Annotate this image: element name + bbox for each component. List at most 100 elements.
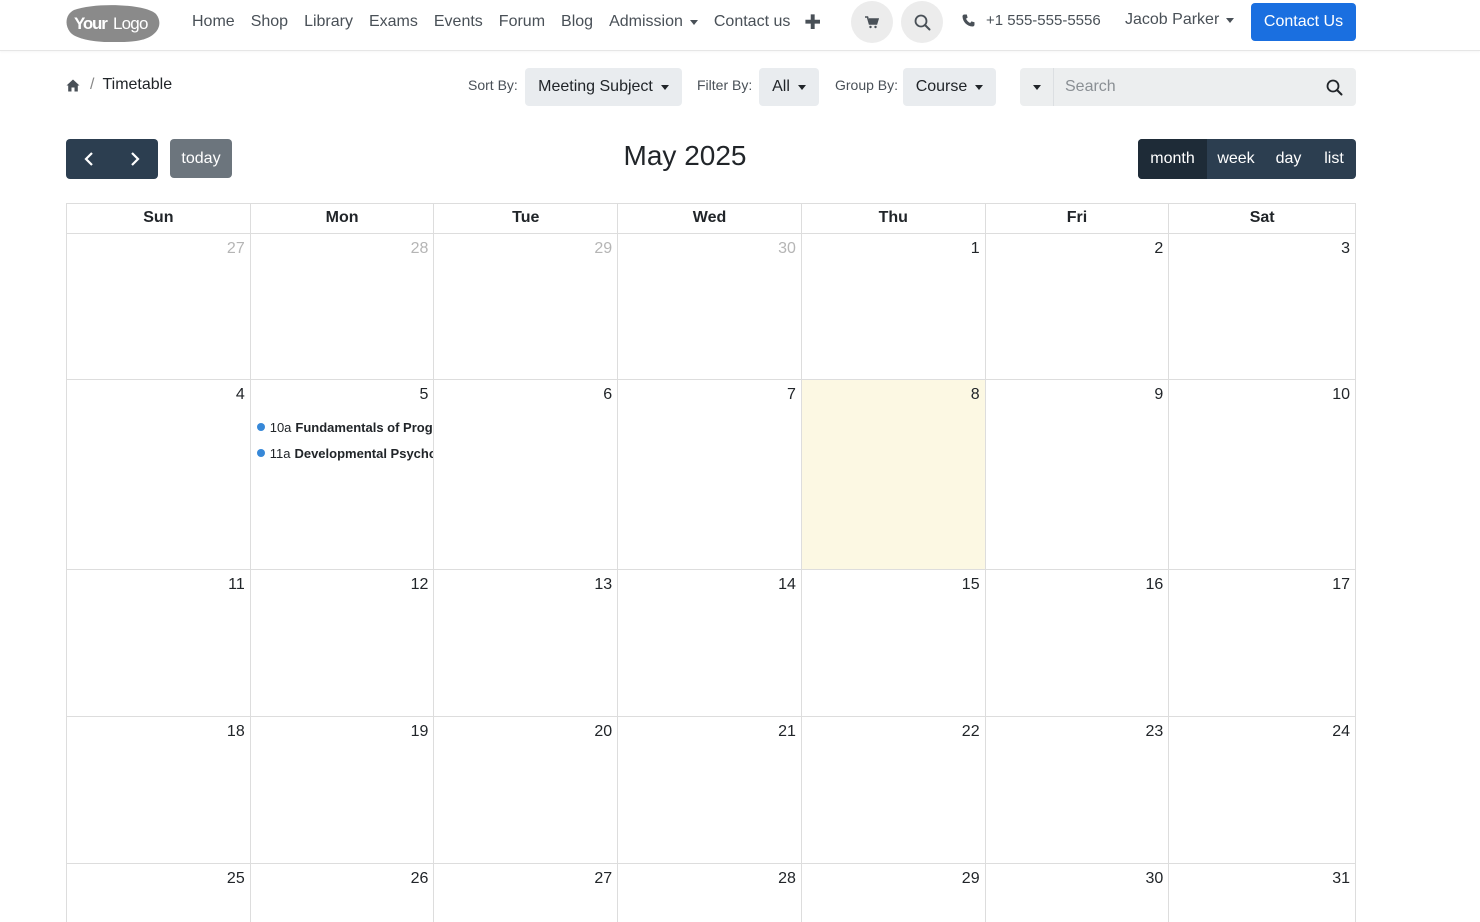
nav-blog[interactable]: Blog — [561, 13, 593, 31]
day-number[interactable]: 29 — [962, 870, 980, 888]
day-number[interactable]: 10 — [1332, 386, 1350, 404]
day-cell[interactable]: 11 — [67, 570, 251, 716]
day-cell[interactable]: 23 — [986, 717, 1170, 863]
day-cell[interactable]: 27 — [434, 864, 619, 922]
day-number[interactable]: 12 — [411, 576, 429, 594]
day-number[interactable]: 26 — [411, 870, 429, 888]
day-number[interactable]: 3 — [1341, 240, 1350, 258]
nav-library[interactable]: Library — [304, 13, 353, 31]
day-cell[interactable]: 4 — [67, 380, 251, 569]
view-list-button[interactable]: list — [1312, 139, 1356, 179]
day-number[interactable]: 27 — [227, 240, 245, 258]
day-cell[interactable]: 2 — [986, 234, 1170, 379]
view-week-button[interactable]: week — [1207, 139, 1265, 179]
day-cell[interactable]: 30 — [986, 864, 1170, 922]
day-cell[interactable]: 27 — [67, 234, 251, 379]
day-cell[interactable]: 10 — [1169, 380, 1355, 569]
day-number[interactable]: 23 — [1146, 723, 1164, 741]
day-number[interactable]: 13 — [594, 576, 612, 594]
nav-home[interactable]: Home — [192, 13, 235, 31]
day-number[interactable]: 14 — [778, 576, 796, 594]
day-number[interactable]: 28 — [778, 870, 796, 888]
day-cell[interactable]: 25 — [67, 864, 251, 922]
day-cell[interactable]: 6 — [434, 380, 619, 569]
logo[interactable]: Your Logo — [66, 4, 160, 42]
day-number[interactable]: 16 — [1146, 576, 1164, 594]
today-button[interactable]: today — [170, 139, 232, 178]
day-cell[interactable]: 28 — [251, 234, 435, 379]
prev-month-button[interactable] — [66, 139, 112, 179]
day-number[interactable]: 2 — [1154, 240, 1163, 258]
calendar-event[interactable]: 11aDevelopmental Psychology — [256, 444, 433, 462]
next-month-button[interactable] — [112, 139, 158, 179]
day-cell[interactable]: 26 — [251, 864, 435, 922]
day-number[interactable]: 6 — [603, 386, 612, 404]
day-cell[interactable]: 1 — [802, 234, 986, 379]
day-cell[interactable]: 19 — [251, 717, 435, 863]
day-number[interactable]: 20 — [594, 723, 612, 741]
day-cell-today[interactable]: 8 — [801, 380, 986, 569]
user-menu[interactable]: Jacob Parker — [1125, 11, 1235, 29]
day-number[interactable]: 30 — [1146, 870, 1164, 888]
search-options-button[interactable] — [1020, 68, 1054, 106]
day-number[interactable]: 8 — [971, 386, 980, 404]
nav-shop[interactable]: Shop — [251, 13, 288, 31]
day-number[interactable]: 19 — [411, 723, 429, 741]
plus-icon[interactable]: ✚ — [804, 10, 821, 35]
phone-link[interactable]: +1 555-555-5556 — [962, 12, 1101, 29]
sort-dropdown[interactable]: Meeting Subject — [525, 68, 682, 106]
nav-admission-dropdown[interactable]: Admission — [609, 13, 698, 31]
day-cell[interactable]: 13 — [434, 570, 619, 716]
day-number[interactable]: 24 — [1332, 723, 1350, 741]
day-number[interactable]: 15 — [962, 576, 980, 594]
day-number[interactable]: 17 — [1332, 576, 1350, 594]
day-number[interactable]: 21 — [778, 723, 796, 741]
day-cell[interactable]: 18 — [67, 717, 251, 863]
day-number[interactable]: 29 — [594, 240, 612, 258]
search-submit-button[interactable] — [1312, 68, 1356, 106]
nav-contact[interactable]: Contact us — [714, 13, 790, 31]
home-icon[interactable] — [66, 79, 80, 92]
day-cell[interactable]: 29 — [434, 234, 619, 379]
day-cell[interactable]: 31 — [1169, 864, 1355, 922]
view-day-button[interactable]: day — [1265, 139, 1312, 179]
contact-us-button[interactable]: Contact Us — [1251, 3, 1356, 41]
day-cell[interactable]: 15 — [802, 570, 986, 716]
filter-dropdown[interactable]: All — [759, 68, 819, 106]
day-number[interactable]: 4 — [236, 386, 245, 404]
day-cell[interactable]: 28 — [618, 864, 802, 922]
calendar-event[interactable]: 10aFundamentals of Programming — [256, 418, 433, 436]
day-cell[interactable]: 7 — [618, 380, 802, 569]
day-number[interactable]: 9 — [1154, 386, 1163, 404]
day-number[interactable]: 25 — [227, 870, 245, 888]
group-dropdown[interactable]: Course — [903, 68, 996, 106]
day-cell[interactable]: 21 — [618, 717, 802, 863]
day-number[interactable]: 27 — [594, 870, 612, 888]
day-number[interactable]: 7 — [787, 386, 796, 404]
day-number[interactable]: 30 — [778, 240, 796, 258]
search-input[interactable] — [1054, 68, 1312, 106]
day-cell[interactable]: 20 — [434, 717, 619, 863]
day-number[interactable]: 28 — [411, 240, 429, 258]
day-cell[interactable]: 3 — [1169, 234, 1355, 379]
search-toggle-button[interactable] — [901, 1, 943, 43]
day-cell[interactable]: 14 — [618, 570, 802, 716]
day-number[interactable]: 18 — [227, 723, 245, 741]
nav-events[interactable]: Events — [434, 13, 483, 31]
day-number[interactable]: 1 — [971, 240, 980, 258]
nav-forum[interactable]: Forum — [499, 13, 545, 31]
nav-exams[interactable]: Exams — [369, 13, 418, 31]
day-cell[interactable]: 9 — [986, 380, 1170, 569]
day-number[interactable]: 5 — [420, 386, 429, 404]
day-cell[interactable]: 5 10aFundamentals of Programming 11aDevelo… — [251, 380, 435, 569]
day-cell[interactable]: 12 — [251, 570, 435, 716]
day-number[interactable]: 11 — [228, 576, 245, 594]
day-cell[interactable]: 29 — [802, 864, 986, 922]
day-cell[interactable]: 22 — [802, 717, 986, 863]
day-cell[interactable]: 16 — [986, 570, 1170, 716]
day-cell[interactable]: 17 — [1169, 570, 1355, 716]
day-number[interactable]: 31 — [1332, 870, 1350, 888]
cart-button[interactable] — [851, 1, 893, 43]
day-cell[interactable]: 24 — [1169, 717, 1355, 863]
day-cell[interactable]: 30 — [618, 234, 802, 379]
